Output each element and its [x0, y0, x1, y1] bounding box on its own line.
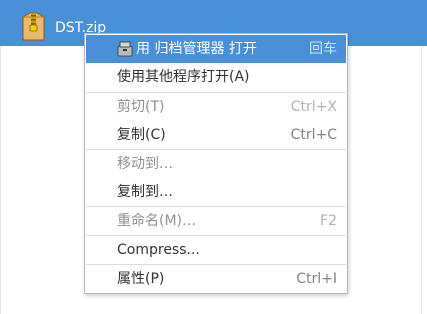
archive-manager-icon: [117, 41, 133, 57]
context-menu: 用 归档管理器 打开 回车 使用其他程序打开(A) 剪切(T) Ctrl+X 复…: [84, 33, 348, 294]
menu-item-accelerator: Ctrl+C: [290, 127, 337, 143]
menu-item-accelerator: 回车: [309, 41, 337, 57]
menu-item-copy-to[interactable]: 复制到…: [86, 178, 346, 206]
menu-item-label: 剪切(T): [117, 99, 165, 115]
menu-item-label: Compress...: [117, 242, 200, 258]
menu-item-label: 用 归档管理器 打开: [136, 41, 257, 57]
menu-item-cut: 剪切(T) Ctrl+X: [86, 93, 346, 121]
menu-item-copy[interactable]: 复制(C) Ctrl+C: [86, 121, 346, 149]
menu-item-compress[interactable]: Compress...: [86, 236, 346, 264]
zip-archive-icon[interactable]: [21, 12, 46, 41]
menu-item-label: 移动到…: [117, 156, 173, 172]
menu-item-accelerator: Ctrl+X: [290, 99, 337, 115]
pane-left-border: [0, 46, 1, 314]
menu-item-label: 复制(C): [117, 127, 166, 143]
menu-item-label: 重命名(M)…: [117, 213, 197, 229]
menu-item-open-with-archive-manager[interactable]: 用 归档管理器 打开 回车: [86, 35, 346, 63]
pane-scroll-edge: [421, 46, 422, 314]
menu-item-open-with-other[interactable]: 使用其他程序打开(A): [86, 63, 346, 91]
menu-item-label: 复制到…: [117, 184, 173, 200]
menu-item-label: 使用其他程序打开(A): [117, 69, 250, 85]
menu-item-properties[interactable]: 属性(P) Ctrl+I: [86, 265, 346, 293]
menu-item-accelerator: Ctrl+I: [296, 271, 337, 287]
menu-item-label: 属性(P): [117, 271, 165, 287]
menu-item-rename: 重命名(M)… F2: [86, 207, 346, 235]
menu-item-accelerator: F2: [320, 213, 337, 229]
menu-item-move-to: 移动到…: [86, 150, 346, 178]
